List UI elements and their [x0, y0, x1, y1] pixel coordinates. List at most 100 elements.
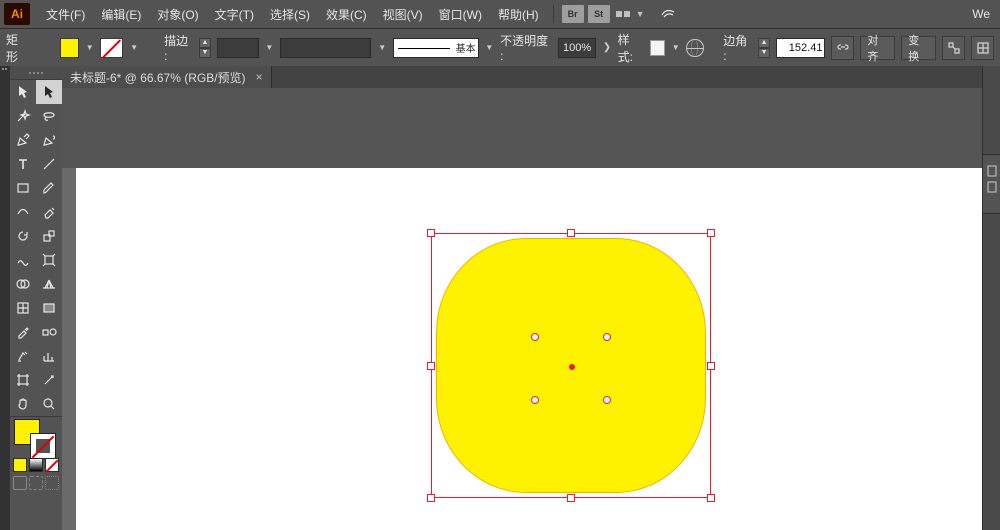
corner-radius-field[interactable]: 152.41 [776, 38, 826, 58]
color-mode-color[interactable] [13, 458, 27, 472]
pen-tool[interactable] [10, 128, 36, 152]
document-tab[interactable]: 未标题-6* @ 66.67% (RGB/预览) × [62, 66, 272, 88]
artboard[interactable] [76, 168, 982, 530]
workspace-label[interactable]: We [966, 7, 996, 21]
arrange-documents-button[interactable]: ▼ [612, 9, 653, 19]
stroke-color-swatch[interactable] [100, 38, 123, 58]
menu-help[interactable]: 帮助(H) [490, 0, 547, 28]
color-mode-none[interactable] [45, 458, 59, 472]
perspective-grid-tool[interactable] [36, 272, 62, 296]
zoom-tool[interactable] [36, 392, 62, 416]
close-tab-button[interactable]: × [256, 70, 263, 84]
menu-effect[interactable]: 效果(C) [318, 0, 375, 28]
gpu-preview-icon[interactable] [659, 5, 677, 23]
direct-selection-tool[interactable] [36, 80, 62, 104]
graphic-style-swatch[interactable] [650, 40, 665, 56]
line-segment-tool[interactable] [36, 152, 62, 176]
magic-wand-tool[interactable] [10, 104, 36, 128]
stock-button[interactable]: St [588, 5, 610, 23]
selection-handle[interactable] [567, 494, 575, 502]
corner-link-button[interactable] [831, 36, 854, 60]
draw-behind[interactable] [29, 476, 43, 490]
shape-builder-tool[interactable] [10, 272, 36, 296]
variable-width-profile[interactable] [280, 38, 371, 58]
fill-stroke-indicator[interactable] [10, 417, 62, 457]
panel-tab-icon [987, 164, 997, 204]
stroke-indicator[interactable] [30, 433, 56, 459]
chevron-down-icon: ▼ [632, 9, 649, 19]
selection-handle[interactable] [707, 494, 715, 502]
collapsed-panel-tab[interactable] [982, 154, 1000, 214]
shaper-tool[interactable] [10, 200, 36, 224]
selection-handle[interactable] [427, 229, 435, 237]
live-corner-widget[interactable] [531, 333, 539, 341]
corner-radius-stepper[interactable]: ▲▼ [758, 38, 769, 58]
live-corner-widget[interactable] [531, 396, 539, 404]
arrange-icon [624, 11, 630, 17]
symbol-sprayer-tool[interactable] [10, 344, 36, 368]
column-graph-tool[interactable] [36, 344, 62, 368]
curvature-tool[interactable] [36, 128, 62, 152]
selection-handle[interactable] [707, 362, 715, 370]
bridge-button[interactable]: Br [562, 5, 584, 23]
blend-tool[interactable] [36, 320, 62, 344]
stroke-weight-field[interactable] [217, 38, 259, 58]
scale-tool[interactable] [36, 224, 62, 248]
eraser-tool[interactable] [36, 200, 62, 224]
menu-edit[interactable]: 编辑(E) [93, 0, 149, 28]
free-transform-tool[interactable] [36, 248, 62, 272]
menu-view[interactable]: 视图(V) [375, 0, 431, 28]
hand-tool[interactable] [10, 392, 36, 416]
transform-panel-button[interactable]: 变换 [901, 36, 936, 60]
stroke-dropdown[interactable]: ▼ [129, 38, 139, 58]
artboard-tool[interactable] [10, 368, 36, 392]
menu-type[interactable]: 文字(T) [207, 0, 262, 28]
type-tool[interactable] [10, 152, 36, 176]
menu-divider [553, 5, 554, 23]
live-corner-widget[interactable] [603, 333, 611, 341]
draw-normal[interactable] [13, 476, 27, 490]
fill-color-swatch[interactable] [60, 38, 79, 58]
width-tool[interactable] [10, 248, 36, 272]
shape-type-label: 矩形 [6, 31, 29, 65]
stroke-weight-stepper[interactable]: ▲▼ [199, 38, 210, 58]
edit-contents-button[interactable] [971, 36, 994, 60]
isolate-button[interactable] [942, 36, 965, 60]
lasso-tool[interactable] [36, 104, 62, 128]
menu-window[interactable]: 窗口(W) [431, 0, 490, 28]
rectangle-tool[interactable] [10, 176, 36, 200]
menu-file[interactable]: 文件(F) [38, 0, 93, 28]
brush-dropdown[interactable]: ▼ [485, 38, 495, 58]
corner-label: 边角 : [723, 32, 752, 63]
stroke-weight-dropdown[interactable]: ▼ [265, 38, 275, 58]
shape-center-point[interactable] [569, 364, 575, 370]
selection-handle[interactable] [567, 229, 575, 237]
selection-handle[interactable] [427, 494, 435, 502]
selection-handle[interactable] [707, 229, 715, 237]
menu-select[interactable]: 选择(S) [262, 0, 318, 28]
draw-inside[interactable] [45, 476, 59, 490]
tools-panel-grip[interactable] [10, 66, 62, 80]
color-mode-gradient[interactable] [29, 458, 43, 472]
rotate-tool[interactable] [10, 224, 36, 248]
mesh-tool[interactable] [10, 296, 36, 320]
opacity-label: 不透明度 : [500, 32, 552, 63]
selection-handle[interactable] [427, 362, 435, 370]
style-dropdown[interactable]: ▼ [671, 38, 681, 58]
paintbrush-tool[interactable] [36, 176, 62, 200]
gradient-tool[interactable] [36, 296, 62, 320]
brush-preview-line [398, 48, 450, 49]
align-panel-button[interactable]: 对齐 [860, 36, 895, 60]
brush-definition[interactable]: 基本 [393, 38, 479, 58]
menu-object[interactable]: 对象(O) [149, 0, 206, 28]
brush-profile-label: 基本 [456, 40, 476, 55]
recolor-artwork-icon[interactable] [686, 39, 703, 57]
eyedropper-tool[interactable] [10, 320, 36, 344]
fill-dropdown[interactable]: ▼ [85, 38, 95, 58]
live-corner-widget[interactable] [603, 396, 611, 404]
opacity-field[interactable]: 100% [558, 38, 596, 58]
opacity-popup[interactable]: ❯ [602, 38, 612, 58]
selection-tool[interactable] [10, 80, 36, 104]
slice-tool[interactable] [36, 368, 62, 392]
variable-width-dropdown[interactable]: ▼ [377, 38, 387, 58]
